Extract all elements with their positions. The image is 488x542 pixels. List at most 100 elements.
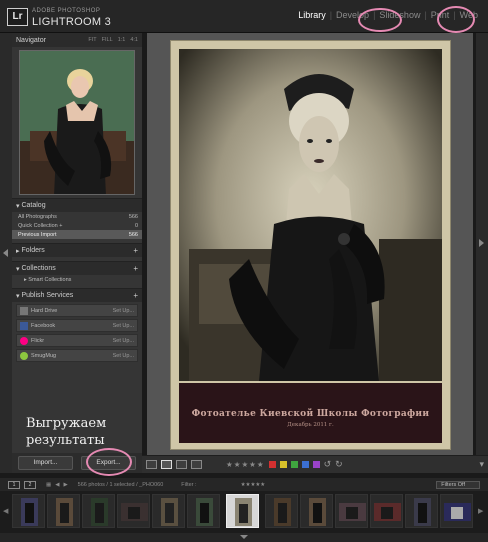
rotate-left-icon[interactable]: ↺ bbox=[324, 459, 332, 470]
zoom-options: FIT FILL 1:1 4:1 bbox=[88, 37, 138, 43]
filmstrip-thumb[interactable] bbox=[265, 494, 298, 528]
publish-service-flickr[interactable]: Flickr Set Up... bbox=[16, 334, 138, 347]
annotation-text: Выгружаем результаты bbox=[26, 415, 106, 449]
monitor-1-button[interactable]: 1 bbox=[8, 480, 20, 489]
publish-services-title: Publish Services bbox=[21, 292, 74, 299]
collections-header[interactable]: ▾ Collections + bbox=[12, 261, 142, 275]
folders-header[interactable]: ▸ Folders + bbox=[12, 243, 142, 257]
monitor-2-button[interactable]: 2 bbox=[24, 480, 36, 489]
hard-drive-icon bbox=[20, 306, 28, 315]
annotation-line-2: результаты bbox=[26, 433, 105, 448]
annotation-line-1: Выгружаем bbox=[26, 416, 107, 431]
filmstrip-thumb[interactable] bbox=[82, 494, 115, 528]
filmstrip-scroll-left-icon[interactable]: ◀ bbox=[3, 507, 8, 515]
main-view: Фотоателье Киевской Школы Фотографии Дек… bbox=[147, 33, 473, 455]
navigator-preview[interactable] bbox=[19, 50, 135, 195]
publish-service-facebook[interactable]: Facebook Set Up... bbox=[16, 319, 138, 332]
filmstrip-thumb[interactable] bbox=[12, 494, 45, 528]
library-toolbar: ★★★★★ ↺ ↻ ▾ bbox=[142, 455, 488, 473]
color-label-yellow[interactable] bbox=[279, 461, 287, 468]
navigator-header[interactable]: Navigator FIT FILL 1:1 4:1 bbox=[12, 33, 142, 47]
color-label-blue[interactable] bbox=[301, 461, 309, 468]
setup-button[interactable]: Set Up... bbox=[113, 323, 134, 329]
module-web[interactable]: Web bbox=[456, 10, 482, 20]
catalog-title: Catalog bbox=[21, 202, 46, 209]
back-arrow-icon[interactable]: ◀ bbox=[55, 482, 59, 488]
add-folder-icon[interactable]: + bbox=[133, 246, 138, 255]
triangle-down-icon bbox=[240, 535, 248, 539]
right-panel-toggle[interactable] bbox=[476, 33, 488, 455]
filmstrip-scroll-right-icon[interactable]: ▶ bbox=[478, 507, 483, 515]
grid-icon[interactable]: ▦ bbox=[46, 482, 51, 488]
filmstrip-header: 1 2 ▦ ◀ ▶ 566 photos / 1 selected / _PHO… bbox=[0, 478, 488, 491]
filmstrip-thumb[interactable] bbox=[370, 494, 403, 528]
setup-button[interactable]: Set Up... bbox=[113, 308, 134, 314]
filter-dropdown[interactable]: Filters Off bbox=[436, 480, 480, 489]
filmstrip-thumb[interactable] bbox=[440, 494, 473, 528]
main-photo[interactable] bbox=[179, 49, 442, 381]
module-picker: Library | Develop | Slideshow | Print | … bbox=[294, 10, 482, 20]
zoom-fill[interactable]: FILL bbox=[102, 37, 113, 43]
product-label: LIGHTROOM 3 bbox=[32, 16, 112, 28]
filmstrip-thumb-selected[interactable] bbox=[226, 494, 259, 528]
color-label-purple[interactable] bbox=[312, 461, 320, 468]
photo-caption-title: Фотоателье Киевской Школы Фотографии bbox=[191, 409, 430, 419]
import-export-bar: Import... Export... bbox=[12, 453, 142, 473]
collection-smart-collections[interactable]: ▸ Smart Collections bbox=[12, 275, 142, 284]
zoom-4-1[interactable]: 4:1 bbox=[130, 37, 138, 43]
catalog-header[interactable]: ▾ Catalog bbox=[12, 198, 142, 212]
catalog-item-all-photographs[interactable]: All Photographs 566 bbox=[12, 212, 142, 221]
triangle-left-icon bbox=[3, 249, 8, 257]
filmstrip-thumb[interactable] bbox=[187, 494, 220, 528]
bottom-panel-toggle[interactable] bbox=[0, 533, 488, 542]
import-button[interactable]: Import... bbox=[18, 456, 73, 470]
filmstrip-thumb[interactable] bbox=[405, 494, 438, 528]
compare-view-icon[interactable] bbox=[176, 460, 187, 469]
module-print[interactable]: Print bbox=[427, 10, 454, 20]
flickr-icon bbox=[20, 336, 28, 345]
navigator-title: Navigator bbox=[16, 36, 46, 44]
rating-stars[interactable]: ★★★★★ bbox=[226, 460, 265, 469]
publish-service-smugmug[interactable]: SmugMug Set Up... bbox=[16, 349, 138, 362]
filmstrip-thumb[interactable] bbox=[47, 494, 80, 528]
forward-arrow-icon[interactable]: ▶ bbox=[63, 482, 67, 488]
setup-button[interactable]: Set Up... bbox=[113, 353, 134, 359]
triangle-right-icon bbox=[479, 239, 484, 247]
identity-bar: Lr ADOBE PHOTOSHOP LIGHTROOM 3 Library |… bbox=[0, 0, 488, 33]
grid-view-icon[interactable] bbox=[146, 460, 157, 469]
rotate-right-icon[interactable]: ↻ bbox=[335, 459, 343, 470]
module-develop[interactable]: Develop bbox=[332, 10, 373, 20]
photo-caption-date: Декабрь 2011 г. bbox=[287, 422, 334, 428]
vendor-label: ADOBE PHOTOSHOP bbox=[32, 8, 101, 14]
module-slideshow[interactable]: Slideshow bbox=[375, 10, 424, 20]
module-library[interactable]: Library bbox=[294, 10, 330, 20]
zoom-1-1[interactable]: 1:1 bbox=[118, 37, 126, 43]
add-publish-service-icon[interactable]: + bbox=[133, 291, 138, 300]
filmstrip-thumb[interactable] bbox=[300, 494, 333, 528]
toolbar-menu-chevron-icon[interactable]: ▾ bbox=[479, 459, 484, 470]
setup-button[interactable]: Set Up... bbox=[113, 338, 134, 344]
catalog-item-quick-collection[interactable]: Quick Collection + 0 bbox=[12, 221, 142, 230]
add-collection-icon[interactable]: + bbox=[133, 264, 138, 273]
facebook-icon bbox=[20, 321, 28, 330]
color-label-red[interactable] bbox=[268, 461, 276, 468]
left-panel: Navigator FIT FILL 1:1 4:1 ▾ Catalog All… bbox=[12, 33, 142, 473]
collections-title: Collections bbox=[21, 265, 56, 272]
catalog-item-previous-import[interactable]: Previous Import 566 bbox=[12, 230, 142, 239]
zoom-fit[interactable]: FIT bbox=[88, 37, 96, 43]
smugmug-icon bbox=[20, 351, 28, 360]
photo-frame: Фотоателье Киевской Школы Фотографии Дек… bbox=[170, 40, 451, 450]
left-panel-toggle[interactable] bbox=[0, 33, 12, 473]
filter-stars[interactable]: ★★★★★ bbox=[241, 482, 266, 488]
export-button[interactable]: Export... bbox=[81, 456, 136, 470]
loupe-view-icon[interactable] bbox=[161, 460, 172, 469]
filmstrip-thumb[interactable] bbox=[152, 494, 185, 528]
filmstrip-thumb[interactable] bbox=[117, 494, 150, 528]
publish-service-hard-drive[interactable]: Hard Drive Set Up... bbox=[16, 304, 138, 317]
filmstrip: ◀ ▶ bbox=[0, 491, 488, 533]
color-label-green[interactable] bbox=[290, 461, 298, 468]
filmstrip-thumb[interactable] bbox=[335, 494, 368, 528]
publish-services-header[interactable]: ▾ Publish Services + bbox=[12, 288, 142, 302]
folders-title: Folders bbox=[21, 247, 45, 254]
survey-view-icon[interactable] bbox=[191, 460, 202, 469]
